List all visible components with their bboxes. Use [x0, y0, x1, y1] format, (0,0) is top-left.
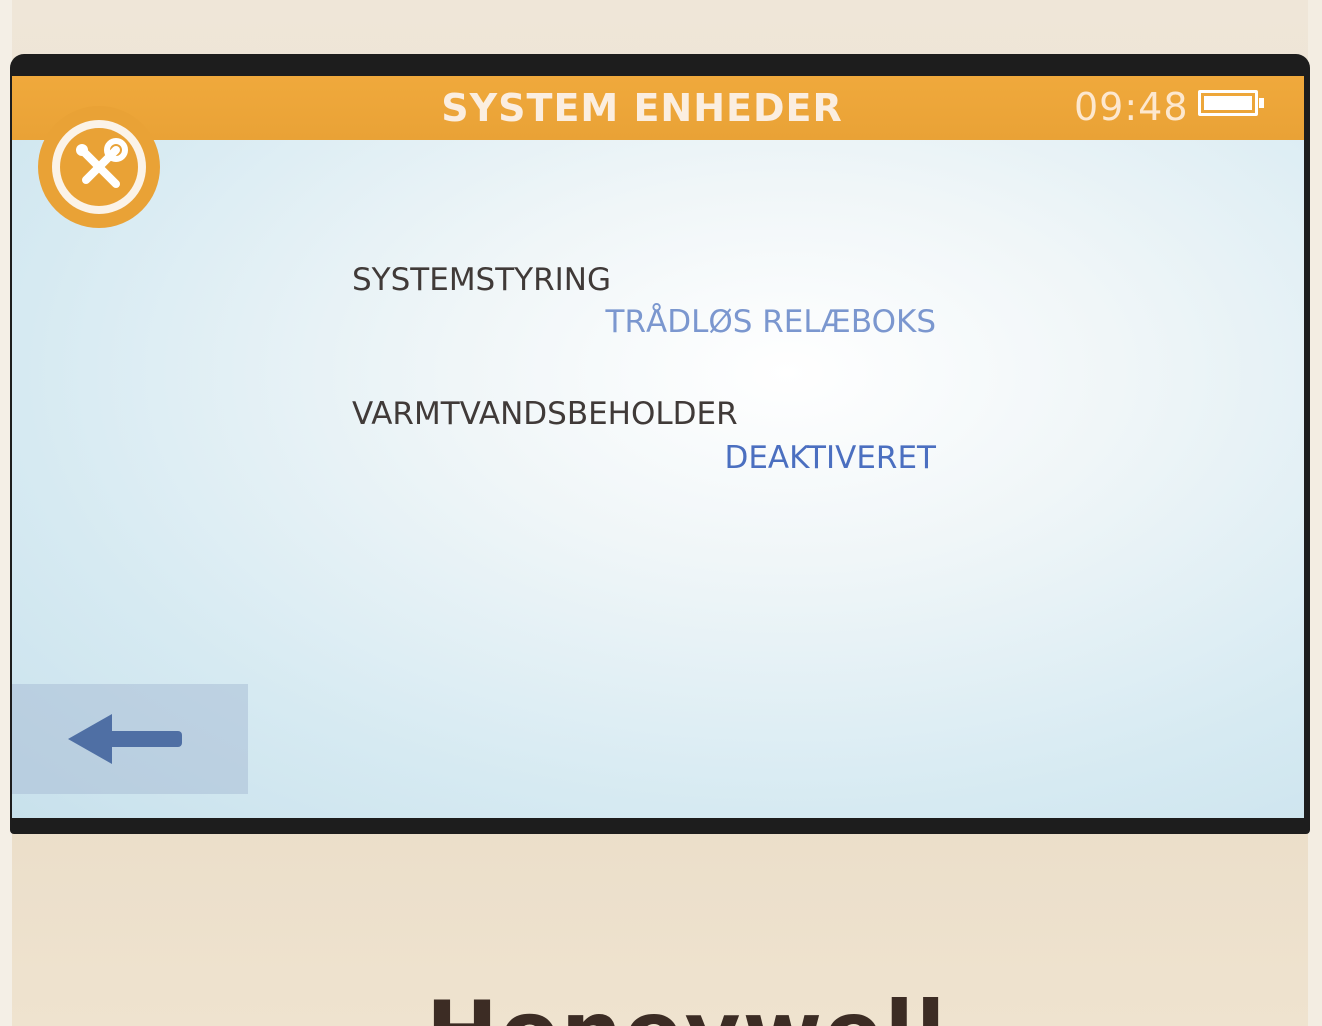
tools-menu-button[interactable]	[38, 106, 160, 228]
brand-logo-area: Honeywell	[0, 990, 1322, 1026]
touch-screen: SYSTEM ENHEDER 09:48 SYSTEMSTYRING TRÅDL…	[12, 76, 1304, 818]
back-button[interactable]	[12, 684, 248, 794]
hot-water-tank-value[interactable]: DEAKTIVERET	[352, 440, 936, 476]
thermostat-device: SYSTEM ENHEDER 09:48 SYSTEMSTYRING TRÅDL…	[0, 0, 1322, 1026]
brand-logo: Honeywell	[426, 990, 947, 1026]
battery-full-icon	[1198, 90, 1264, 116]
tools-badge-ring	[52, 120, 146, 214]
hot-water-tank-label: VARMTVANDSBEHOLDER	[352, 396, 738, 432]
system-control-label: SYSTEMSTYRING	[352, 262, 612, 298]
clock-display: 09:48	[1074, 85, 1189, 129]
back-arrow-icon	[68, 714, 182, 764]
header-bar: SYSTEM ENHEDER 09:48	[12, 76, 1304, 140]
tools-icon	[60, 128, 138, 206]
device-bezel-right	[1308, 0, 1322, 1026]
system-control-value[interactable]: TRÅDLØS RELÆBOKS	[352, 304, 936, 340]
